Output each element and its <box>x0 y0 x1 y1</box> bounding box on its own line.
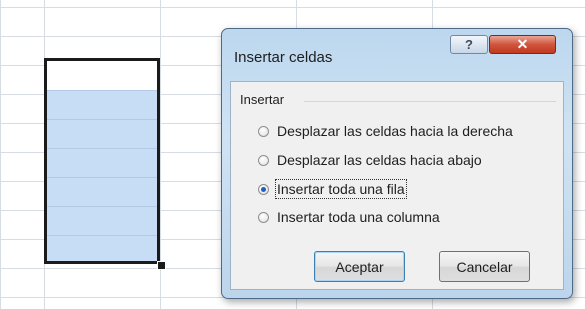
group-divider <box>304 101 556 102</box>
accept-button[interactable]: Aceptar <box>314 251 405 282</box>
option-entire-column[interactable]: Insertar toda una columna <box>258 207 440 227</box>
fill-handle[interactable] <box>157 261 166 270</box>
radio-icon[interactable] <box>258 154 269 166</box>
close-button[interactable]: ✕ <box>489 35 556 54</box>
option-label: Insertar toda una columna <box>277 209 440 225</box>
dialog-title: Insertar celdas <box>234 49 333 66</box>
option-label: Desplazar las celdas hacia la derecha <box>277 123 513 139</box>
radio-icon[interactable] <box>258 211 269 223</box>
cancel-button[interactable]: Cancelar <box>439 251 530 282</box>
help-icon: ? <box>465 37 473 52</box>
selected-cell-range[interactable] <box>44 58 160 264</box>
close-icon: ✕ <box>516 36 529 52</box>
group-label: Insertar <box>240 92 285 107</box>
help-button[interactable]: ? <box>450 35 488 54</box>
option-label: Insertar toda una fila <box>275 179 407 199</box>
insert-cells-dialog: Insertar celdas ? ✕ Insertar Desplazar l… <box>221 28 573 299</box>
radio-selected-icon[interactable] <box>258 183 269 195</box>
option-entire-row[interactable]: Insertar toda una fila <box>258 179 407 199</box>
option-label: Desplazar las celdas hacia abajo <box>277 152 482 168</box>
radio-icon[interactable] <box>258 125 269 137</box>
option-shift-right[interactable]: Desplazar las celdas hacia la derecha <box>258 121 513 141</box>
option-shift-down[interactable]: Desplazar las celdas hacia abajo <box>258 150 482 170</box>
selection-highlight <box>47 90 157 261</box>
